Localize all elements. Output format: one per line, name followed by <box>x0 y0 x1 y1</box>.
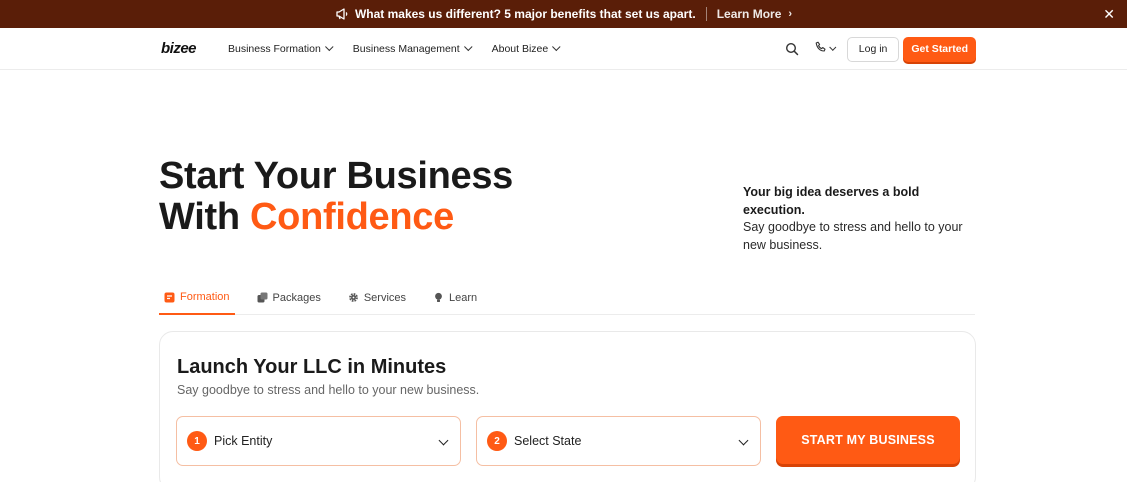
select-state-select[interactable]: 2 Select State <box>476 416 761 466</box>
phone-menu[interactable] <box>815 40 837 58</box>
select-state-label: Select State <box>514 434 582 448</box>
pick-entity-label: Pick Entity <box>214 434 273 448</box>
get-started-button[interactable]: Get Started <box>903 36 976 62</box>
learn-more-link[interactable]: Learn More › <box>717 7 792 21</box>
tab-learn[interactable]: Learn <box>428 281 482 314</box>
chevron-down-icon <box>738 435 749 446</box>
chevron-down-icon <box>324 42 334 52</box>
close-icon[interactable]: ✕ <box>1103 6 1115 22</box>
learn-more-label: Learn More <box>716 7 782 21</box>
hero-tagline-strong: Your big idea deserves a bold execution. <box>743 185 920 217</box>
step-number-badge: 2 <box>487 431 507 451</box>
search-icon[interactable] <box>785 41 801 57</box>
tab-label: Services <box>363 291 407 304</box>
gear-icon <box>348 292 359 303</box>
tab-services[interactable]: Services <box>343 281 411 314</box>
nav-item-label: About Bizee <box>491 43 549 55</box>
phone-icon <box>815 40 827 58</box>
chevron-down-icon <box>552 42 561 52</box>
tab-label: Packages <box>272 291 321 304</box>
nav-menu: Business Formation Business Management A… <box>228 28 580 70</box>
nav-about-bizee[interactable]: About Bizee <box>491 42 561 55</box>
nav-business-management[interactable]: Business Management <box>352 42 473 55</box>
announcement-divider <box>705 7 707 21</box>
hero-title: Start Your Business With Confidence <box>159 156 513 238</box>
chevron-down-icon <box>829 43 837 51</box>
lightbulb-icon <box>433 292 444 303</box>
tab-label: Learn <box>449 291 478 304</box>
chevron-right-icon: › <box>788 8 793 20</box>
card-title: Launch Your LLC in Minutes <box>177 356 447 378</box>
step-number-badge: 1 <box>187 431 207 451</box>
megaphone-icon <box>335 7 349 21</box>
tab-formation[interactable]: Formation <box>159 281 235 315</box>
packages-icon <box>257 292 268 303</box>
hero-title-accent: Confidence <box>250 196 454 238</box>
nav-item-label: Business Formation <box>228 43 321 55</box>
tab-packages[interactable]: Packages <box>252 281 326 314</box>
main-nav: bizee Business Formation Business Manage… <box>0 28 1127 70</box>
nav-actions: Log in Get Started <box>785 28 976 70</box>
nav-business-formation[interactable]: Business Formation <box>228 42 334 55</box>
announcement-message: What makes us different? 5 major benefit… <box>354 7 696 21</box>
pick-entity-select[interactable]: 1 Pick Entity <box>176 416 461 466</box>
hero-title-line1: Start Your Business <box>159 155 514 197</box>
tab-bar: Formation Packages Services Learn <box>159 281 975 315</box>
hero-tagline: Your big idea deserves a bold execution.… <box>743 184 983 254</box>
form-icon <box>164 292 175 303</box>
launch-llc-card: Launch Your LLC in Minutes Say goodbye t… <box>159 331 976 482</box>
chevron-down-icon <box>438 435 449 446</box>
nav-item-label: Business Management <box>352 43 460 55</box>
announcement-bar: What makes us different? 5 major benefit… <box>0 0 1127 28</box>
start-my-business-button[interactable]: START MY BUSINESS <box>776 416 960 464</box>
logo[interactable]: bizee <box>161 40 197 57</box>
hero-tagline-text: Say goodbye to stress and hello to your … <box>743 220 963 252</box>
hero-title-prefix: With <box>159 196 240 238</box>
tab-label: Formation <box>180 291 230 303</box>
login-button[interactable]: Log in <box>846 36 900 62</box>
chevron-down-icon <box>463 42 473 52</box>
card-subtitle: Say goodbye to stress and hello to your … <box>177 383 480 397</box>
